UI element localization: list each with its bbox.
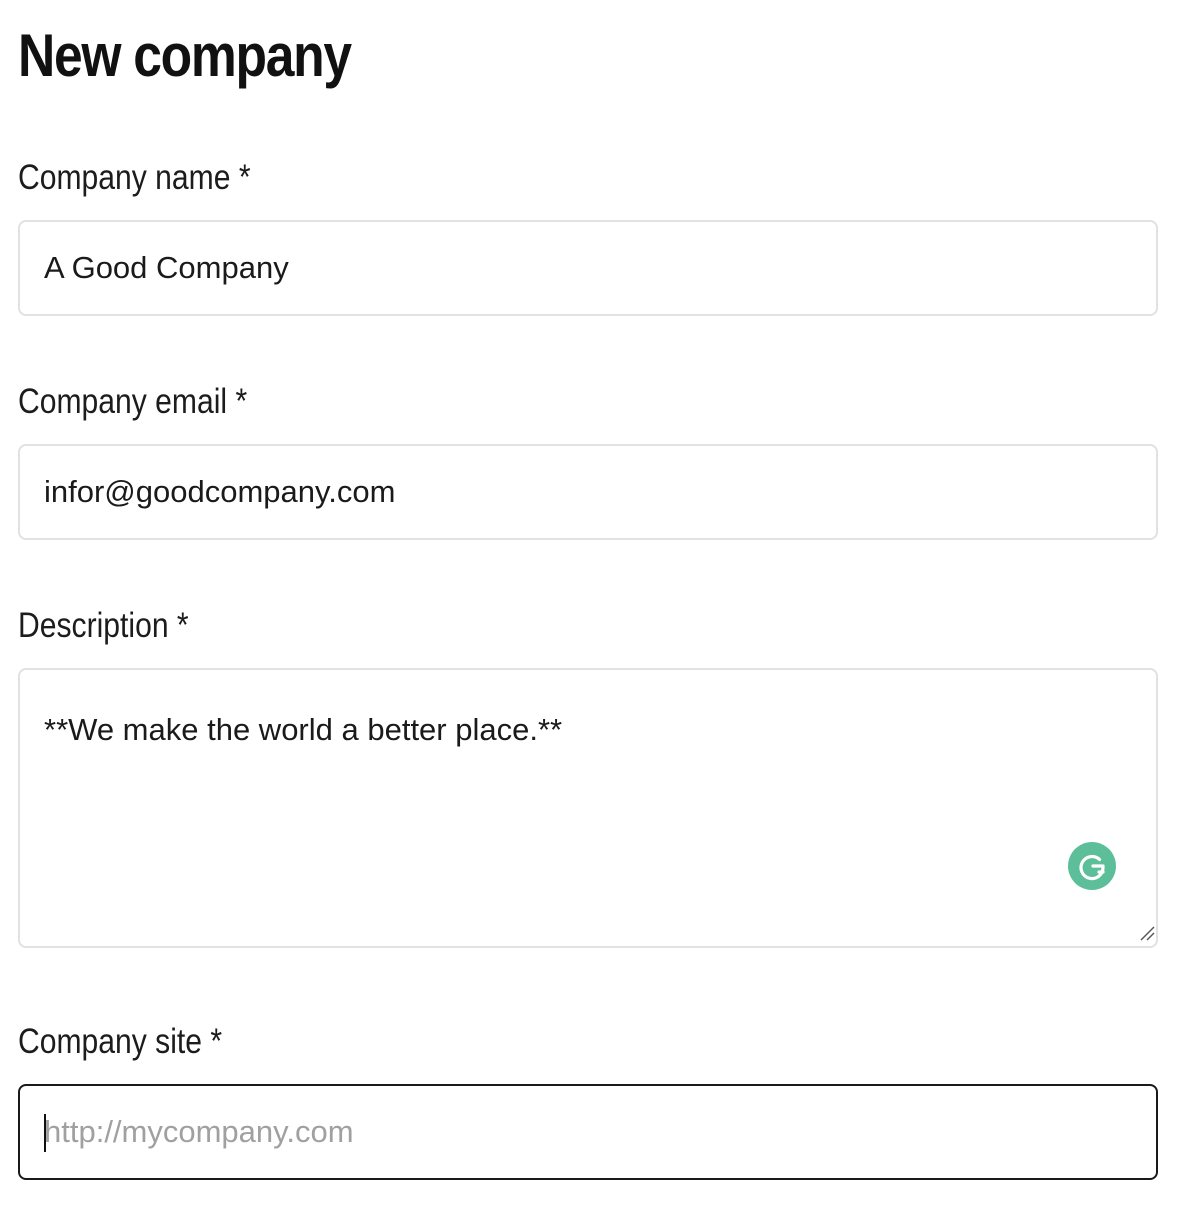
grammarly-icon[interactable] xyxy=(1068,842,1116,890)
company-email-label: Company email * xyxy=(18,382,248,421)
company-site-label: Company site * xyxy=(18,1022,223,1061)
resize-handle-icon[interactable] xyxy=(1138,924,1156,942)
description-label: Description * xyxy=(18,606,189,645)
text-cursor xyxy=(44,1114,46,1152)
description-textarea[interactable]: **We make the world a better place.** xyxy=(18,668,1158,948)
company-name-input[interactable] xyxy=(18,220,1158,316)
company-email-input[interactable] xyxy=(18,444,1158,540)
company-site-input[interactable] xyxy=(18,1084,1158,1180)
company-name-label: Company name * xyxy=(18,158,251,197)
page-title: New company xyxy=(18,22,352,89)
